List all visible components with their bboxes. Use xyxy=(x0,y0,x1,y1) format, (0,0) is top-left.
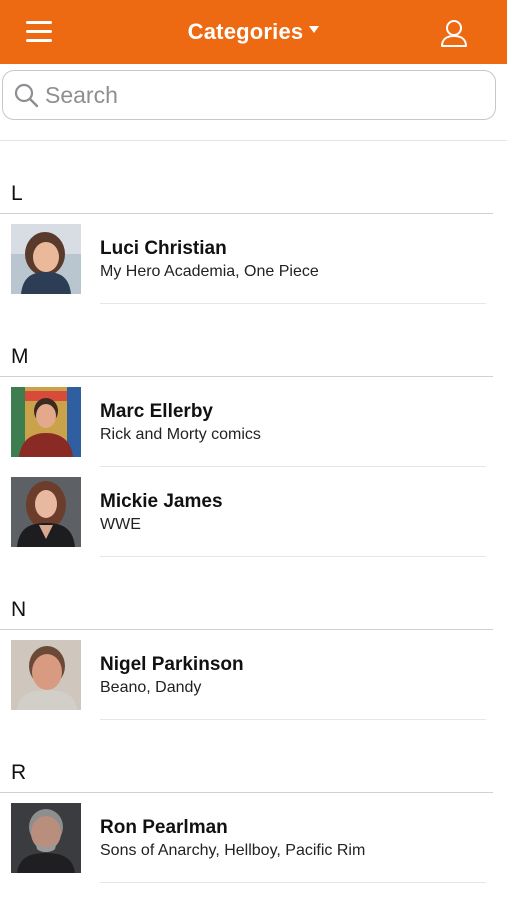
section-header-r: R xyxy=(0,720,507,793)
top-navigation-bar: Categories xyxy=(0,0,507,64)
list-item[interactable]: Luci Christian My Hero Academia, One Pie… xyxy=(0,214,507,304)
section-header-n: N xyxy=(0,557,507,630)
person-name: Marc Ellerby xyxy=(100,401,213,422)
search-box[interactable] xyxy=(2,70,496,120)
person-credits: Sons of Anarchy, Hellboy, Pacific Rim xyxy=(100,842,366,859)
search-bar xyxy=(0,68,507,124)
section-header-l: L xyxy=(0,141,507,214)
menu-line xyxy=(26,21,52,24)
person-name: Nigel Parkinson xyxy=(100,654,244,675)
person-name: Luci Christian xyxy=(100,238,227,259)
divider xyxy=(100,882,486,883)
menu-line xyxy=(26,39,52,42)
list-item[interactable]: Ron Pearlman Sons of Anarchy, Hellboy, P… xyxy=(0,793,507,883)
section-letter: N xyxy=(11,598,27,621)
categories-dropdown-button[interactable]: Categories xyxy=(188,19,320,45)
hamburger-menu-icon[interactable] xyxy=(26,18,56,46)
list-item[interactable]: Marc Ellerby Rick and Morty comics xyxy=(0,377,507,467)
menu-line xyxy=(26,30,52,33)
section-letter: R xyxy=(11,761,27,784)
person-credits: My Hero Academia, One Piece xyxy=(100,263,319,280)
page-title: Categories xyxy=(187,19,304,44)
list-item[interactable]: Mickie James WWE xyxy=(0,467,507,557)
avatar xyxy=(11,803,81,873)
search-icon xyxy=(14,83,39,108)
section-letter: M xyxy=(11,345,29,368)
person-credits: WWE xyxy=(100,516,141,533)
search-input[interactable] xyxy=(45,81,465,109)
caret-down-icon xyxy=(309,25,320,33)
avatar xyxy=(11,387,81,457)
avatar xyxy=(11,477,81,547)
section-letter: L xyxy=(11,182,23,205)
person-name: Mickie James xyxy=(100,491,223,512)
list-item[interactable]: Nigel Parkinson Beano, Dandy xyxy=(0,630,507,720)
people-list: L Luci Christian My Hero Academia, One P… xyxy=(0,141,507,883)
person-name: Ron Pearlman xyxy=(100,817,228,838)
section-header-m: M xyxy=(0,304,507,377)
user-profile-icon[interactable] xyxy=(439,18,469,48)
person-credits: Rick and Morty comics xyxy=(100,426,261,443)
avatar xyxy=(11,640,81,710)
avatar xyxy=(11,224,81,294)
person-credits: Beano, Dandy xyxy=(100,679,202,696)
